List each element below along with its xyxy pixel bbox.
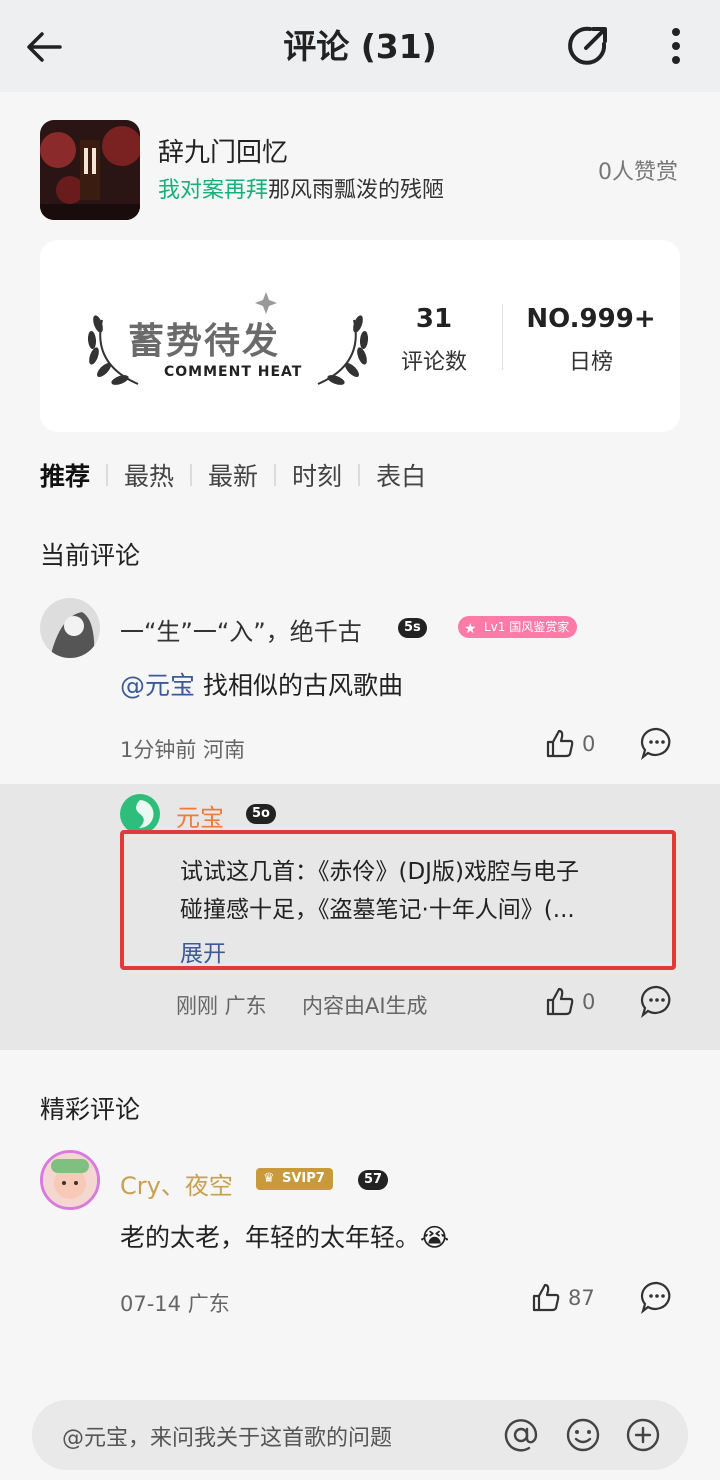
tab-confession[interactable]: 表白	[376, 457, 426, 493]
rank-stat[interactable]: NO.999+ 日榜	[526, 304, 656, 376]
comment-count-value: 31	[415, 304, 453, 334]
expand-link[interactable]: 展开	[180, 934, 226, 968]
current-comment-heading: 当前评论	[40, 541, 141, 570]
rank-label: 日榜	[568, 350, 613, 375]
tab-divider	[274, 464, 277, 486]
thumbs-up-icon	[546, 987, 574, 1016]
comment-count-label: 评论数	[400, 350, 467, 375]
comment-text: @元宝 找相似的古风歌曲	[120, 666, 403, 702]
tab-divider	[358, 464, 361, 486]
song-title[interactable]: 辞九门回忆	[158, 132, 288, 169]
svip-badge[interactable]: ♛ SVIP7	[256, 1168, 333, 1190]
featured-comments-heading: 精彩评论	[40, 1095, 141, 1124]
tab-moments[interactable]: 时刻	[292, 457, 342, 493]
top-bar: 评论 (31)	[0, 0, 720, 92]
ai-generated-note: 内容由AI生成	[302, 994, 428, 1018]
song-cover[interactable]	[40, 120, 140, 220]
highlighted-reply-box: 试试这几首：《赤伶》(DJ版)戏腔与电子 碰撞感十足，《盗墓笔记·十年人间》(.…	[120, 830, 676, 970]
honor-tag[interactable]: ★ Lv1 国风鉴赏家	[458, 616, 578, 638]
ai-reply-meta: 刚刚 广东	[176, 994, 267, 1018]
comment-count-stat: 31 评论数	[390, 304, 478, 376]
ai-reply: 元宝 5o 试试这几首：《赤伶》(DJ版)戏腔与电子 碰撞感十足，《盗墓笔记·十…	[0, 784, 720, 1050]
like-button[interactable]: 0	[544, 984, 595, 1020]
comment-body: 找相似的古风歌曲	[202, 671, 403, 700]
ai-username[interactable]: 元宝	[176, 798, 224, 833]
comment-meta: 1分钟前 河南	[120, 738, 246, 762]
like-count: 0	[582, 990, 596, 1014]
like-button[interactable]: 0	[544, 726, 595, 762]
ai-reply-line-1: 试试这几首：《赤伶》(DJ版)戏腔与电子	[180, 859, 579, 885]
comment-text: 老的太老，年轻的太年轻。😭	[120, 1223, 450, 1252]
stat-divider	[502, 304, 503, 370]
tab-recommended[interactable]: 推荐	[40, 457, 90, 493]
mention-link[interactable]: @元宝	[120, 671, 195, 700]
like-button[interactable]: 87	[530, 1280, 595, 1316]
thumbs-up-icon	[532, 1283, 560, 1312]
rank-value: NO.999+	[526, 304, 656, 334]
heat-sub-label: COMMENT HEAT	[164, 364, 303, 380]
comment-heat-card: 蓄势待发 COMMENT HEAT 31 评论数 NO.999+ 日榜	[40, 240, 680, 432]
comment-username[interactable]: Cry、夜空	[120, 1166, 233, 1201]
level-badge: 5o	[246, 804, 276, 824]
thumbs-up-icon	[546, 729, 574, 758]
ai-reply-line-2: 碰撞感十足，《盗墓笔记·十年人间》(...	[180, 897, 575, 923]
lyric-rest: 那风雨瓢泼的残陋	[268, 178, 445, 203]
avatar[interactable]	[40, 1150, 100, 1210]
comment-input-bar[interactable]: @元宝，来问我关于这首歌的问题	[32, 1400, 688, 1470]
like-count: 87	[568, 1286, 595, 1310]
tab-newest[interactable]: 最新	[208, 457, 258, 493]
yuanbao-avatar[interactable]	[120, 794, 160, 834]
honor-tag-level: Lv1	[484, 620, 506, 634]
comment-input[interactable]: @元宝，来问我关于这首歌的问题	[62, 1420, 392, 1452]
at-icon[interactable]	[502, 1416, 540, 1454]
star-icon: ★	[464, 621, 477, 637]
tab-divider	[190, 464, 193, 486]
share-icon[interactable]	[562, 20, 614, 72]
reply-icon[interactable]	[640, 726, 674, 760]
like-count: 0	[582, 732, 596, 756]
reply-icon[interactable]	[640, 984, 674, 1018]
tab-divider	[106, 464, 109, 486]
plus-icon[interactable]	[624, 1416, 662, 1454]
comment-username[interactable]: 一“生”一“入”，绝千古	[120, 612, 362, 647]
comments-page: 辞九门回忆 我对案再拜那风雨瓢泼的残陋 0人赞赏 蓄势待发 COMMENT HE…	[0, 92, 720, 1480]
comment-meta: 07-14 广东	[120, 1292, 230, 1316]
song-lyric: 我对案再拜那风雨瓢泼的残陋	[158, 172, 444, 204]
song-likes[interactable]: 0人赞赏	[598, 154, 678, 186]
level-badge: 5s	[398, 618, 427, 638]
honor-tag-text: 国风鉴赏家	[509, 620, 570, 634]
reply-icon[interactable]	[640, 1280, 674, 1314]
svip-level: SVIP7	[282, 1171, 325, 1186]
emoji-icon[interactable]	[564, 1416, 602, 1454]
level-badge: 57	[358, 1170, 389, 1190]
lyric-highlight: 我对案再拜	[158, 178, 269, 203]
tab-hottest[interactable]: 最热	[124, 457, 174, 493]
heat-label: 蓄势待发	[128, 321, 281, 362]
more-menu-icon[interactable]	[652, 20, 700, 72]
avatar[interactable]	[40, 598, 100, 658]
crown-icon: ♛	[263, 1171, 275, 1186]
sort-tabs: 推荐 最热 最新 时刻 表白	[40, 458, 426, 492]
